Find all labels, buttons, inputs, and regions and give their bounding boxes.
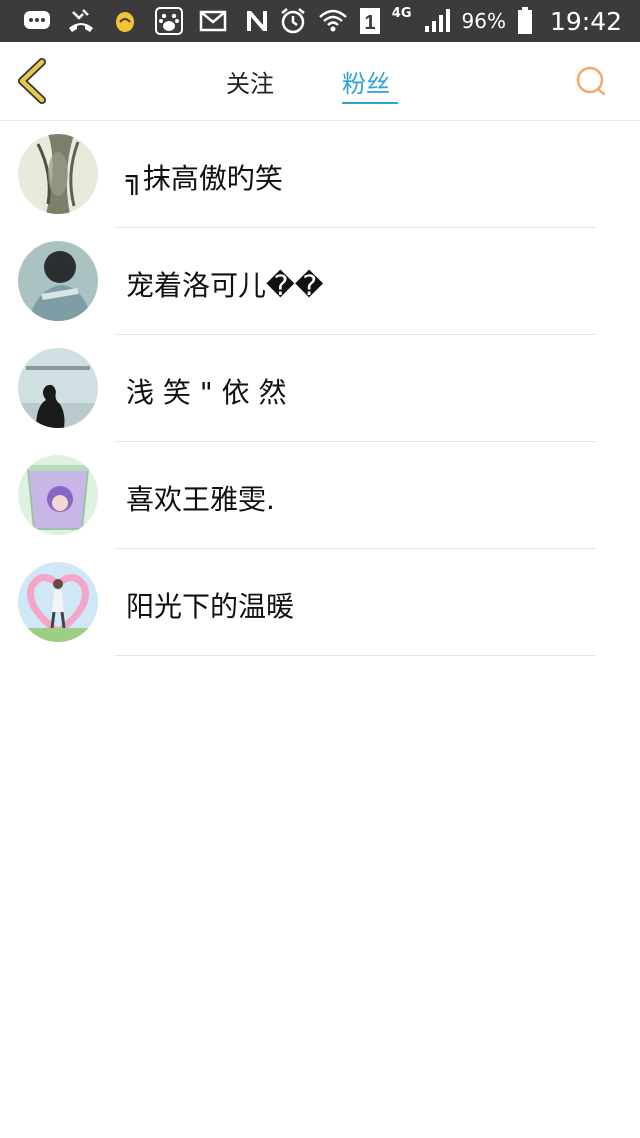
fan-name: 喜欢王雅雯. — [126, 483, 275, 516]
alarm-icon — [278, 6, 308, 36]
avatar — [18, 562, 98, 642]
list-item[interactable]: 宠着洛可儿�� — [0, 228, 640, 335]
avatar — [18, 348, 98, 428]
list-item[interactable]: 阳光下的温暖 — [0, 549, 640, 656]
list-item[interactable]: ╗抹高傲旳笑 — [0, 121, 640, 228]
fan-name: 宠着洛可儿�� — [126, 269, 324, 302]
wifi-icon — [318, 6, 348, 36]
avatar — [18, 241, 98, 321]
network-type: 4G — [391, 5, 412, 21]
avatar — [18, 134, 98, 214]
search-button[interactable] — [574, 64, 608, 98]
search-icon — [576, 66, 606, 96]
list-item[interactable]: 喜欢王雅雯. — [0, 442, 640, 549]
n-icon — [242, 6, 272, 36]
list-item[interactable]: 浅 笑 " 依 然 — [0, 335, 640, 442]
avatar — [18, 455, 98, 535]
header-bar: 关注 粉丝 — [0, 42, 640, 121]
fan-name: ╗抹高傲旳笑 — [126, 162, 283, 195]
back-button[interactable] — [14, 58, 54, 104]
signal-icon — [422, 6, 452, 36]
baidu-icon — [154, 6, 184, 36]
active-tab-indicator — [342, 102, 398, 104]
fan-name: 阳光下的温暖 — [126, 590, 295, 623]
sim-number: 1 — [364, 12, 375, 34]
divider — [115, 655, 596, 656]
notification-icon — [110, 6, 140, 36]
missed-call-icon — [66, 6, 96, 36]
battery-icon — [516, 6, 534, 36]
fans-list: ╗抹高傲旳笑 宠着洛可儿�� 浅 笑 " 依 然 喜欢王雅雯. 阳光下的温暖 — [0, 121, 640, 656]
tab-fans[interactable]: 粉丝 — [342, 64, 390, 99]
message-icon — [22, 6, 52, 36]
clock: 19:42 — [549, 6, 622, 36]
fan-name: 浅 笑 " 依 然 — [126, 376, 287, 409]
back-arrow-icon — [18, 58, 46, 104]
status-bar: 1 4G 96% 19:42 — [0, 0, 640, 42]
sim-icon: 1 — [358, 6, 382, 36]
battery-percent: 96% — [461, 9, 506, 33]
email-icon — [198, 6, 228, 36]
tab-following[interactable]: 关注 — [226, 64, 274, 99]
